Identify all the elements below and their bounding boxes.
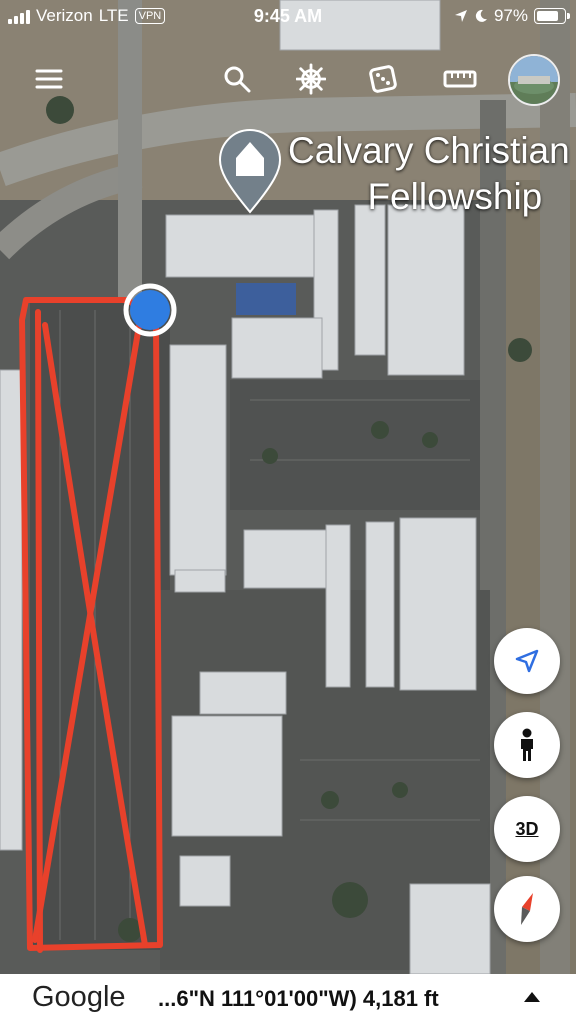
menu-icon[interactable]	[34, 64, 64, 94]
voyager-wheel-icon[interactable]	[296, 63, 326, 95]
building	[179, 855, 231, 907]
bottom-bar: Google ...6"N 111°01'00"W) 4,181 ft	[0, 974, 576, 1024]
street-view-button[interactable]	[494, 712, 560, 778]
building	[399, 517, 477, 691]
status-bar: Verizon LTE VPN 9:45 AM 97%	[0, 0, 576, 34]
toolbar	[0, 50, 576, 110]
building	[387, 204, 465, 376]
ruler-icon[interactable]	[440, 64, 480, 94]
building	[231, 317, 323, 379]
compass-icon	[521, 893, 533, 925]
building	[169, 344, 227, 576]
building	[199, 671, 287, 715]
my-location-icon	[515, 649, 539, 673]
3d-label: 3D	[515, 818, 539, 839]
place-label[interactable]: Calvary Christian Fellowship	[288, 128, 570, 220]
building	[174, 569, 226, 593]
battery-icon	[534, 8, 570, 24]
my-location-button[interactable]	[494, 628, 560, 694]
google-logo: Google	[32, 981, 126, 1013]
blue-tarp	[236, 283, 296, 315]
building	[325, 524, 351, 688]
building	[365, 521, 395, 688]
building	[171, 715, 283, 837]
building	[243, 529, 329, 589]
location-arrow-icon	[454, 10, 467, 22]
building	[165, 214, 317, 278]
dice-icon[interactable]	[368, 64, 398, 94]
place-name-line1: Calvary Christian	[288, 130, 570, 171]
compass-button[interactable]	[494, 876, 560, 942]
battery-percent: 97%	[493, 6, 528, 25]
street-view-pegman-icon	[521, 728, 533, 761]
3d-toggle-button[interactable]: 3D	[494, 796, 560, 862]
profile-avatar[interactable]	[508, 54, 560, 106]
building	[0, 369, 23, 851]
coordinates-readout: ...6"N 111°01'00"W) 4,181 ft	[158, 986, 439, 1011]
moon-icon	[475, 9, 487, 22]
caret-up-icon[interactable]	[524, 992, 540, 1002]
place-name-line2: Fellowship	[367, 176, 543, 217]
search-icon[interactable]	[222, 64, 252, 94]
building	[409, 883, 491, 975]
building	[354, 204, 386, 356]
